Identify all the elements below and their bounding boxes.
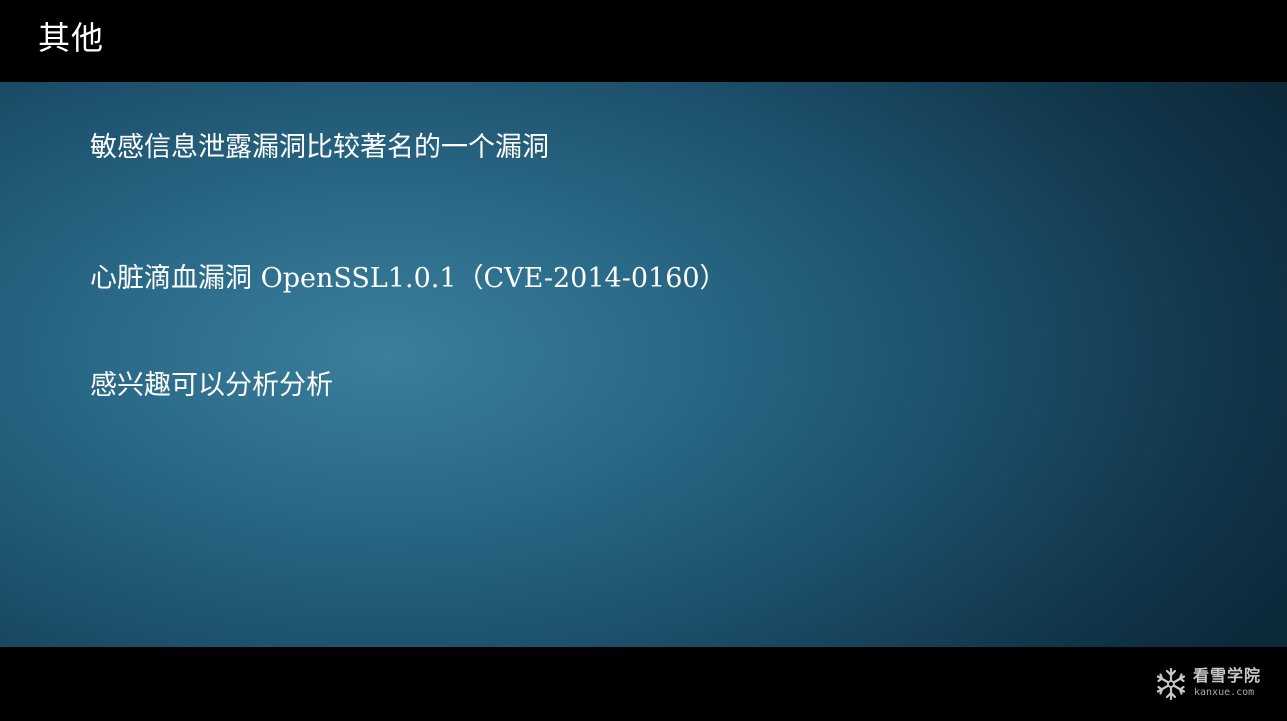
- logo-name: 看雪学院: [1193, 666, 1262, 685]
- snowflake-icon: [1156, 667, 1186, 701]
- bullet-text-3: 感兴趣可以分析分析: [90, 370, 333, 401]
- bullet-text-1: 敏感信息泄露漏洞比较著名的一个漏洞: [90, 132, 549, 163]
- footer-bar: 看雪学院 kanxue.com: [0, 647, 1287, 721]
- slide-content-area: 敏感信息泄露漏洞比较著名的一个漏洞 心脏滴血漏洞 OpenSSL1.0.1（CV…: [0, 82, 1287, 647]
- title-bar: 其他: [0, 0, 1287, 82]
- kanxue-logo: 看雪学院 kanxue.com: [1153, 664, 1271, 704]
- slide-title: 其他: [38, 19, 105, 57]
- logo-domain: kanxue.com: [1194, 687, 1255, 698]
- bullet-text-2: 心脏滴血漏洞 OpenSSL1.0.1（CVE-2014-0160）: [90, 263, 727, 294]
